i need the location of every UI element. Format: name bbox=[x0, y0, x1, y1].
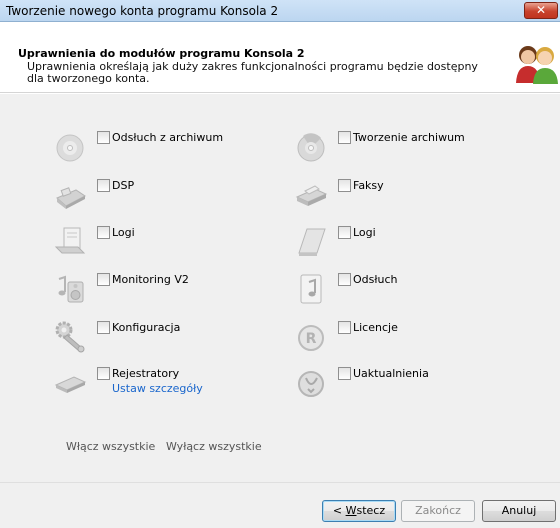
perm-odsluch: Odsłuch bbox=[293, 270, 513, 312]
perm-licencje: R Licencje bbox=[293, 318, 513, 360]
page-description: Uprawnienia określają jak duży zakres fu… bbox=[27, 60, 478, 85]
label-logi-left: Logi bbox=[112, 226, 135, 239]
checkbox-odsluch[interactable] bbox=[338, 273, 351, 286]
perm-monitoring-v2: Monitoring V2 bbox=[52, 270, 252, 312]
label-logi-right: Logi bbox=[353, 226, 376, 239]
page-title: Uprawnienia do modułów programu Konsola … bbox=[18, 47, 305, 60]
registered-icon: R bbox=[298, 325, 324, 351]
label-rejestratory: Rejestratory bbox=[112, 367, 180, 380]
label-tworzenie-archiwum: Tworzenie archiwum bbox=[353, 131, 465, 144]
checkbox-logi-right[interactable] bbox=[338, 226, 351, 239]
perm-uaktualnienia: Uaktualnienia bbox=[293, 364, 513, 400]
perm-logi-left: Logi bbox=[52, 223, 252, 265]
svg-text:R: R bbox=[306, 331, 317, 347]
checkbox-odsluch-z-archiwum[interactable] bbox=[97, 131, 110, 144]
select-all-link[interactable]: Włącz wszystkie bbox=[66, 440, 155, 453]
cd-burn-icon bbox=[297, 133, 325, 162]
label-faksy: Faksy bbox=[353, 179, 384, 192]
checkbox-monitoring-v2[interactable] bbox=[97, 273, 110, 286]
notepad-icon bbox=[298, 228, 326, 256]
update-globe-icon bbox=[298, 371, 324, 397]
set-details-link[interactable]: Ustaw szczegóły bbox=[112, 382, 203, 395]
label-konfiguracja: Konfiguracja bbox=[112, 321, 181, 334]
label-licencje: Licencje bbox=[353, 321, 398, 334]
back-button-label: stecz bbox=[356, 504, 386, 517]
checkbox-dsp[interactable] bbox=[97, 179, 110, 192]
checkbox-licencje[interactable] bbox=[338, 321, 351, 334]
perm-tworzenie-archiwum: Tworzenie archiwum bbox=[293, 128, 513, 170]
checkbox-tworzenie-archiwum[interactable] bbox=[338, 131, 351, 144]
label-dsp: DSP bbox=[112, 179, 135, 192]
finish-button[interactable]: Zakończ bbox=[401, 500, 475, 522]
log-document-icon bbox=[54, 227, 86, 254]
perm-logi-right: Logi bbox=[293, 223, 513, 265]
close-button[interactable]: ✕ bbox=[524, 2, 558, 19]
fax-machine-icon bbox=[56, 187, 86, 209]
perm-odsluch-z-archiwum: Odsłuch z archiwum bbox=[52, 128, 252, 170]
checkbox-faksy[interactable] bbox=[338, 179, 351, 192]
cancel-button[interactable]: Anuluj bbox=[482, 500, 556, 522]
title-bar: Tworzenie nowego konta programu Konsola … bbox=[0, 0, 560, 22]
wrench-gear-icon bbox=[55, 321, 85, 353]
users-icon bbox=[516, 46, 558, 84]
wizard-header: Uprawnienia do modułów programu Konsola … bbox=[0, 23, 560, 93]
fax-paper-icon bbox=[295, 185, 328, 206]
perm-rejestratory: Rejestratory Ustaw szczegóły bbox=[52, 364, 252, 400]
perm-konfiguracja: Konfiguracja bbox=[52, 318, 252, 360]
back-button-accelerator: W bbox=[345, 504, 357, 517]
permissions-panel: Odsłuch z archiwum DSP Logi Monitoring V… bbox=[0, 94, 560, 482]
checkbox-uaktualnienia[interactable] bbox=[338, 367, 351, 380]
checkbox-konfiguracja[interactable] bbox=[97, 321, 110, 334]
music-note-icon bbox=[300, 274, 322, 304]
cd-disc-icon bbox=[56, 134, 84, 162]
label-uaktualnienia: Uaktualnienia bbox=[353, 367, 429, 380]
music-speaker-icon bbox=[58, 275, 84, 303]
label-odsluch: Odsłuch bbox=[353, 273, 398, 286]
recorder-device-icon bbox=[54, 376, 87, 393]
wizard-footer: < Wstecz Zakończ Anuluj bbox=[0, 482, 560, 528]
window-title: Tworzenie nowego konta programu Konsola … bbox=[6, 4, 279, 18]
label-monitoring-v2: Monitoring V2 bbox=[112, 273, 189, 286]
back-button-prefix: < bbox=[332, 504, 346, 517]
perm-faksy: Faksy bbox=[293, 176, 513, 218]
perm-dsp: DSP bbox=[52, 176, 252, 218]
label-odsluch-z-archiwum: Odsłuch z archiwum bbox=[112, 131, 224, 144]
deselect-all-link[interactable]: Wyłącz wszystkie bbox=[166, 440, 262, 453]
back-button[interactable]: < Wstecz bbox=[322, 500, 396, 522]
checkbox-rejestratory[interactable] bbox=[97, 367, 110, 380]
checkbox-logi-left[interactable] bbox=[97, 226, 110, 239]
